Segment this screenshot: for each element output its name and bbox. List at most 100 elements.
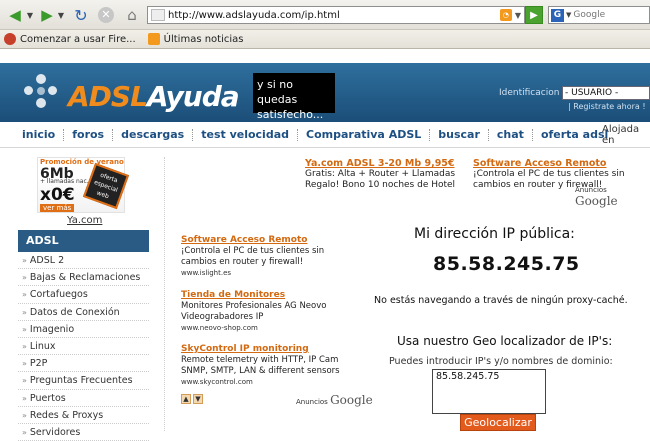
bookmark-label: Comenzar a usar Fire... [20, 33, 136, 45]
ads-by-google[interactable]: Anuncios Google [296, 393, 373, 407]
forward-dropdown-icon[interactable]: ▼ [57, 4, 65, 26]
rss-feed-icon[interactable]: ◔ [499, 9, 512, 21]
register-link[interactable]: | Registrate ahora ! [568, 102, 646, 111]
promo-line3: + llamadas nac. [40, 178, 89, 185]
bookmarks-bar: Comenzar a usar Fire... Últimas noticias [0, 30, 650, 49]
sidebar-item-imagenio[interactable]: » Imagenio [18, 321, 149, 338]
ad-url[interactable]: www.neovo-shop.com [181, 323, 361, 334]
logo-dots-icon [22, 72, 62, 112]
nav-descargas[interactable]: descargas [113, 128, 194, 141]
google-logo-icon: G [551, 8, 564, 22]
proxy-message: No estás navegando a través de ningún pr… [374, 295, 628, 306]
sidebar-item-label: P2P [29, 358, 48, 370]
geo-subtitle: Puedes introducir IP's y/o nombres de do… [389, 356, 613, 367]
sidebar-item-cortafuegos[interactable]: » Cortafuegos [18, 286, 149, 304]
ad-next-icon[interactable]: ▼ [193, 394, 203, 404]
search-input[interactable] [573, 10, 644, 20]
search-box[interactable]: G ▼ [548, 6, 650, 24]
stop-icon: ✕ [98, 7, 114, 23]
promo-link[interactable]: Ya.com [67, 215, 102, 226]
bullet-icon: » [22, 273, 27, 283]
bullet-icon: » [22, 307, 27, 317]
ad-nav-arrows: ▲ ▼ [181, 394, 203, 404]
url-bar[interactable]: ◔ ▼ [147, 6, 525, 24]
sidebar-item-datos[interactable]: » Datos de Conexión [18, 304, 149, 321]
sidebar-item-puertos[interactable]: » Puertos [18, 390, 149, 407]
nav-inicio[interactable]: inicio [0, 128, 65, 141]
bullet-icon: » [22, 427, 27, 437]
go-button[interactable]: ▶ [525, 6, 543, 24]
sidebar-item-adsl2[interactable]: » ADSL 2 [18, 252, 149, 270]
ad-title[interactable]: Tienda de Monitores [181, 290, 361, 301]
google-brand: Google [575, 194, 618, 208]
promo-ver-mas[interactable]: ver más [40, 204, 75, 212]
sidebar-item-servidores[interactable]: » Servidores [18, 424, 149, 441]
bullet-icon: » [22, 290, 27, 300]
geo-input[interactable]: 85.58.245.75 [432, 369, 546, 414]
user-select[interactable]: - USUARIO - [562, 86, 650, 100]
nav-foros[interactable]: foros [64, 128, 114, 141]
home-icon[interactable]: ⌂ [121, 4, 143, 26]
sidebar-item-redes[interactable]: » Redes & Proxys [18, 407, 149, 424]
nav-comparativa[interactable]: Comparativa ADSL [298, 128, 431, 141]
bookmark-getting-started[interactable]: Comenzar a usar Fire... [4, 33, 136, 45]
promo-banner[interactable]: Promoción de verano 6Mb + llamadas nac. … [37, 157, 130, 213]
ad-desc: Monitores Profesionales AG Neovo Videogr… [181, 301, 327, 322]
hosted-label: Alojada en [602, 123, 640, 146]
reload-icon[interactable]: ↻ [70, 4, 92, 26]
ad-desc: ¡Controla el PC de tus clientes sin camb… [181, 246, 325, 267]
sidebar-item-label: Preguntas Frecuentes [29, 375, 133, 387]
sidebar-title: ADSL [18, 230, 149, 252]
logo-adsl: ADSL [68, 80, 148, 113]
sidebar-item-bajas[interactable]: » Bajas & Reclamaciones [18, 269, 149, 287]
column-divider [164, 157, 165, 431]
bullet-icon: » [22, 410, 27, 420]
promo-chip: oferta especial web [82, 162, 130, 210]
nav-buscar[interactable]: buscar [430, 128, 489, 141]
left-ad[interactable]: SkyControl IP monitoring Remote telemetr… [181, 344, 361, 388]
sidebar-item-label: Cortafuegos [29, 289, 88, 301]
search-engine-dropdown-icon[interactable]: ▼ [566, 11, 571, 19]
ad-url[interactable]: www.islight.es [181, 268, 361, 279]
sidebar-item-p2p[interactable]: » P2P [18, 355, 149, 373]
ad-title[interactable]: Software Acceso Remoto [181, 235, 361, 246]
sidebar-item-linux[interactable]: » Linux [18, 338, 149, 356]
left-ad[interactable]: Software Acceso Remoto ¡Controla el PC d… [181, 235, 361, 279]
site-logo[interactable]: ADSLAyuda [68, 80, 240, 113]
back-dropdown-icon[interactable]: ▼ [26, 4, 34, 26]
header-banner[interactable]: y si no quedas satisfecho... [253, 73, 335, 121]
ads-by-google[interactable]: Anuncios Google [575, 186, 650, 208]
bullet-icon: » [22, 359, 27, 369]
ad-title[interactable]: SkyControl IP monitoring [181, 344, 361, 355]
ads-label: Anuncios [296, 398, 328, 406]
geolocate-button[interactable]: Geolocalizar [460, 414, 536, 431]
forward-arrow-icon[interactable]: ▶ [36, 4, 58, 26]
sidebar-item-label: ADSL 2 [29, 255, 65, 266]
nav-chat[interactable]: chat [489, 128, 533, 141]
bookmark-latest-news[interactable]: Últimas noticias [147, 33, 244, 45]
sidebar-item-label: Servidores [29, 426, 81, 438]
url-dropdown-icon[interactable]: ▼ [515, 11, 521, 20]
ad-prev-icon[interactable]: ▲ [181, 394, 191, 404]
bookmark-label: Últimas noticias [163, 33, 244, 45]
page-top-margin [0, 49, 650, 63]
rss-icon [147, 33, 160, 45]
sidebar-item-label: Redes & Proxys [29, 409, 104, 421]
stop-button[interactable]: ✕ [96, 4, 116, 26]
sidebar-item-label: Puertos [29, 392, 66, 404]
url-input[interactable] [168, 9, 500, 21]
ad-desc: Remote telemetry with HTTP, IP Cam SNMP,… [181, 355, 340, 376]
ad-desc: Gratis: Alta + Router + Llamadas Regalo!… [305, 169, 456, 190]
left-ad[interactable]: Tienda de Monitores Monitores Profesiona… [181, 290, 361, 334]
sidebar-item-faq[interactable]: » Preguntas Frecuentes [18, 372, 149, 390]
ad-title[interactable]: Software Acceso Remoto [473, 158, 643, 169]
ad-url[interactable]: www.skycontrol.com [181, 377, 361, 388]
back-arrow-icon[interactable]: ◀ [2, 4, 28, 26]
top-ad[interactable]: Ya.com ADSL 3-20 Mb 9,95€ Gratis: Alta +… [305, 158, 470, 191]
nav-test-velocidad[interactable]: test velocidad [193, 128, 298, 141]
ads-label: Anuncios [575, 186, 607, 194]
google-brand: Google [330, 393, 373, 407]
firefox-icon [4, 33, 16, 45]
ad-title[interactable]: Ya.com ADSL 3-20 Mb 9,95€ [305, 158, 470, 169]
bullet-icon: » [22, 376, 27, 386]
